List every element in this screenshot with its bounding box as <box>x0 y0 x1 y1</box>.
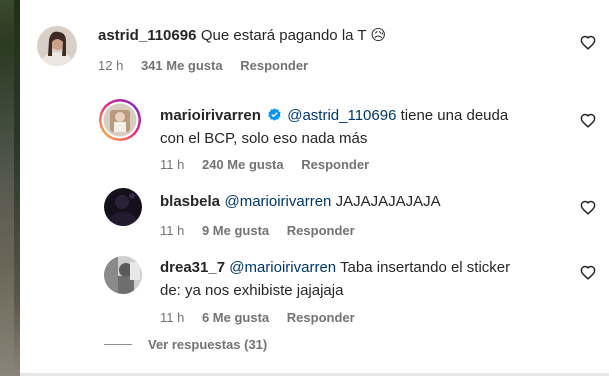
comment-time: 11 h <box>160 157 185 172</box>
comment-text: JAJAJAJAJAJA <box>331 193 441 210</box>
comment-2: marioirivarren @astrid_110696 tiene una … <box>160 104 570 150</box>
comment-meta: 11 h 6 Me gusta Responder <box>160 310 369 325</box>
avatar-blasbela[interactable] <box>104 188 142 226</box>
comment-username[interactable]: drea31_7 <box>160 259 225 276</box>
comment-1: astrid_110696 Que estará pagando la T 😥 <box>98 24 386 47</box>
comment-meta: 12 h 341 Me gusta Responder <box>98 58 322 73</box>
view-replies-label: Ver respuestas (31) <box>148 337 268 352</box>
reply-button[interactable]: Responder <box>287 310 355 325</box>
comment-time: 11 h <box>160 310 185 325</box>
comment-4: drea31_7 @marioirivarren Taba insertando… <box>160 256 570 302</box>
comment-text: tiene una deuda <box>396 107 509 124</box>
comment-time: 12 h <box>98 58 124 73</box>
verified-badge-icon <box>268 108 281 121</box>
avatar-astrid[interactable] <box>37 26 77 66</box>
comment-username[interactable]: astrid_110696 <box>98 27 196 44</box>
mention-link[interactable]: @marioirivarren <box>229 259 336 276</box>
comment-text-line2: con el BCP, solo eso nada más <box>160 130 368 147</box>
comment-likes[interactable]: 9 Me gusta <box>202 223 269 238</box>
reply-button[interactable]: Responder <box>301 157 369 172</box>
avatar-marioirivarren[interactable] <box>98 98 142 142</box>
divider-line <box>104 344 132 345</box>
background-photo-strip <box>0 0 20 376</box>
mention-link[interactable]: @astrid_110696 <box>287 107 396 124</box>
comment-time: 11 h <box>160 223 185 238</box>
comment-text: Que estará pagando la T 😥 <box>200 27 387 44</box>
heart-icon[interactable] <box>580 113 596 128</box>
comment-likes[interactable]: 240 Me gusta <box>202 157 284 172</box>
view-replies-button[interactable]: Ver respuestas (31) <box>104 337 267 352</box>
comment-username[interactable]: marioirivarren <box>160 107 261 124</box>
comment-likes[interactable]: 341 Me gusta <box>141 58 223 73</box>
comment-username[interactable]: blasbela <box>160 193 220 210</box>
comment-meta: 11 h 9 Me gusta Responder <box>160 223 369 238</box>
avatar-drea31-7[interactable] <box>104 256 142 294</box>
reply-button[interactable]: Responder <box>287 223 355 238</box>
mention-link[interactable]: @marioirivarren <box>224 193 331 210</box>
comment-likes[interactable]: 6 Me gusta <box>202 310 269 325</box>
heart-icon[interactable] <box>580 265 596 280</box>
comment-3: blasbela @marioirivarren JAJAJAJAJAJA <box>160 190 441 213</box>
comment-text: Taba insertando el sticker <box>336 259 511 276</box>
heart-icon[interactable] <box>580 35 596 50</box>
comment-meta: 11 h 240 Me gusta Responder <box>160 157 383 172</box>
reply-button[interactable]: Responder <box>240 58 308 73</box>
heart-icon[interactable] <box>580 200 596 215</box>
comment-text-line2: de: ya nos exhibiste jajajaja <box>160 282 344 299</box>
